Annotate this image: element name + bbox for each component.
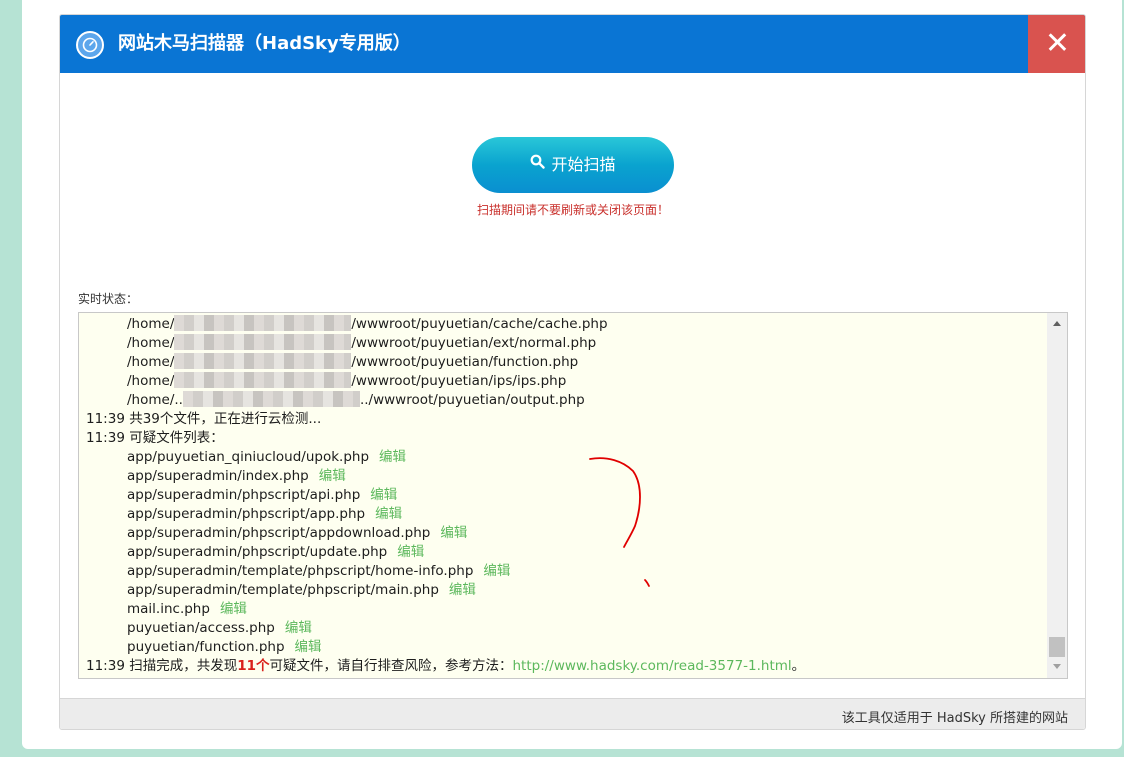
gauge-icon	[76, 31, 104, 59]
suspicious-header-line: 11:39 可疑文件列表：	[86, 430, 224, 446]
edit-link[interactable]: 编辑	[220, 601, 247, 617]
status-log[interactable]: /home/ /wwwroot/puyuetian/cache/cache.php…	[78, 312, 1068, 679]
suspicious-file-row: puyuetian/function.php 编辑	[86, 638, 1047, 657]
log-scrollbar[interactable]	[1047, 313, 1067, 678]
suspicious-file-path: app/superadmin/index.php	[127, 468, 309, 484]
suspicious-file-path: app/superadmin/template/phpscript/main.p…	[127, 582, 439, 598]
suspicious-file-path: app/superadmin/phpscript/app.php	[127, 506, 366, 522]
checked-path-line: /home/ /wwwroot/puyuetian/ips/ips.php	[86, 372, 1047, 391]
suspicious-file-path: app/superadmin/phpscript/appdownload.php	[127, 525, 431, 541]
path-prefix: /home/	[127, 316, 175, 332]
cloud-check-line: 11:39 共39个文件，正在进行云检测...	[86, 411, 322, 427]
start-scan-label: 开始扫描	[551, 155, 616, 174]
checked-path-line: /home/ /wwwroot/puyuetian/function.php	[86, 353, 1047, 372]
complete-suffix: 可疑文件，请自行排查风险，参考方法：	[269, 658, 513, 674]
help-link[interactable]: http://www.hadsky.com/read-3577-1.html	[513, 658, 792, 674]
path-suffix: /wwwroot/puyuetian/cache/cache.php	[351, 316, 608, 332]
suspicious-file-row: app/superadmin/phpscript/appdownload.php…	[86, 524, 1047, 543]
scroll-up-arrow-icon[interactable]	[1047, 315, 1067, 333]
redacted-path-segment	[174, 372, 352, 388]
modal-footer: 该工具仅适用于 HadSky 所搭建的网站	[60, 698, 1085, 729]
edit-link[interactable]: 编辑	[397, 544, 424, 560]
checked-path-line: /home/ /wwwroot/puyuetian/ext/normal.php	[86, 334, 1047, 353]
checked-path-line: /home/.. ../wwwroot/puyuetian/output.php	[86, 391, 1047, 410]
path-prefix: /home/	[127, 354, 175, 370]
search-icon	[530, 136, 546, 192]
modal-title: 网站木马扫描器（HadSky专用版）	[118, 33, 411, 54]
scroll-thumb[interactable]	[1049, 637, 1065, 657]
checked-path-line: /home/ /wwwroot/puyuetian/cache/cache.php	[86, 315, 1047, 334]
close-button[interactable]: ✕	[1028, 15, 1085, 73]
scanner-modal: 网站木马扫描器（HadSky专用版） ✕ 开始扫描 扫描期间请不要刷新或关闭该页…	[59, 14, 1086, 730]
path-suffix: /wwwroot/puyuetian/ext/normal.php	[351, 335, 597, 351]
complete-end: 。	[791, 658, 806, 674]
modal-header: 网站木马扫描器（HadSky专用版） ✕	[60, 15, 1085, 73]
suspicious-file-path: app/superadmin/phpscript/api.php	[127, 487, 361, 503]
scan-warning: 扫描期间请不要刷新或关闭该页面！	[476, 203, 669, 217]
edit-link[interactable]: 编辑	[449, 582, 476, 598]
path-suffix: /wwwroot/puyuetian/ips/ips.php	[351, 373, 567, 389]
edit-link[interactable]: 编辑	[440, 525, 467, 541]
suspicious-file-row: app/superadmin/template/phpscript/home-i…	[86, 562, 1047, 581]
status-label: 实时状态：	[78, 292, 139, 306]
redacted-path-segment	[174, 353, 352, 369]
edit-link[interactable]: 编辑	[370, 487, 397, 503]
suspicious-file-row: app/superadmin/phpscript/update.php 编辑	[86, 543, 1047, 562]
scan-complete-line: 11:39 扫描完成，共发现11个可疑文件，请自行排查风险，参考方法：http:…	[86, 657, 1047, 676]
edit-link[interactable]: 编辑	[375, 506, 402, 522]
edit-link[interactable]: 编辑	[295, 639, 322, 655]
redacted-path-segment	[182, 391, 360, 407]
redacted-path-segment	[174, 334, 352, 350]
log-content: /home/ /wwwroot/puyuetian/cache/cache.php…	[79, 313, 1047, 676]
path-suffix: ../wwwroot/puyuetian/output.php	[359, 392, 585, 408]
suspicious-file-row: app/superadmin/index.php 编辑	[86, 467, 1047, 486]
path-suffix: /wwwroot/puyuetian/function.php	[351, 354, 579, 370]
scroll-down-arrow-icon[interactable]	[1047, 658, 1067, 676]
redacted-path-segment	[174, 315, 352, 331]
footer-note: 该工具仅适用于 HadSky 所搭建的网站	[841, 711, 1068, 726]
suspicious-file-row: mail.inc.php 编辑	[86, 600, 1047, 619]
suspicious-file-path: puyuetian/access.php	[127, 620, 275, 636]
suspicious-file-row: app/superadmin/phpscript/app.php 编辑	[86, 505, 1047, 524]
path-prefix: /home/..	[127, 392, 183, 408]
path-prefix: /home/	[127, 373, 175, 389]
edit-link[interactable]: 编辑	[319, 468, 346, 484]
close-icon: ✕	[1044, 26, 1071, 61]
edit-link[interactable]: 编辑	[379, 449, 406, 465]
suspicious-file-path: app/superadmin/template/phpscript/home-i…	[127, 563, 474, 579]
suspicious-files-list: app/puyuetian_qiniucloud/upok.php 编辑 app/s…	[86, 448, 1047, 657]
complete-prefix: 11:39 扫描完成，共发现	[86, 658, 238, 674]
suspicious-file-row: app/puyuetian_qiniucloud/upok.php 编辑	[86, 448, 1047, 467]
suspicious-file-path: puyuetian/function.php	[127, 639, 285, 655]
start-scan-button[interactable]: 开始扫描	[472, 137, 674, 193]
suspicious-file-row: app/superadmin/template/phpscript/main.p…	[86, 581, 1047, 600]
checked-paths-list: /home/ /wwwroot/puyuetian/cache/cache.php…	[86, 315, 1047, 410]
suspicious-file-path: app/superadmin/phpscript/update.php	[127, 544, 388, 560]
path-prefix: /home/	[127, 335, 175, 351]
edit-link[interactable]: 编辑	[483, 563, 510, 579]
suspicious-file-path: app/puyuetian_qiniucloud/upok.php	[127, 449, 370, 465]
suspicious-file-row: app/superadmin/phpscript/api.php 编辑	[86, 486, 1047, 505]
suspicious-file-path: mail.inc.php	[127, 601, 210, 617]
edit-link[interactable]: 编辑	[285, 620, 312, 636]
suspicious-count: 11个	[237, 658, 270, 674]
suspicious-file-row: puyuetian/access.php 编辑	[86, 619, 1047, 638]
